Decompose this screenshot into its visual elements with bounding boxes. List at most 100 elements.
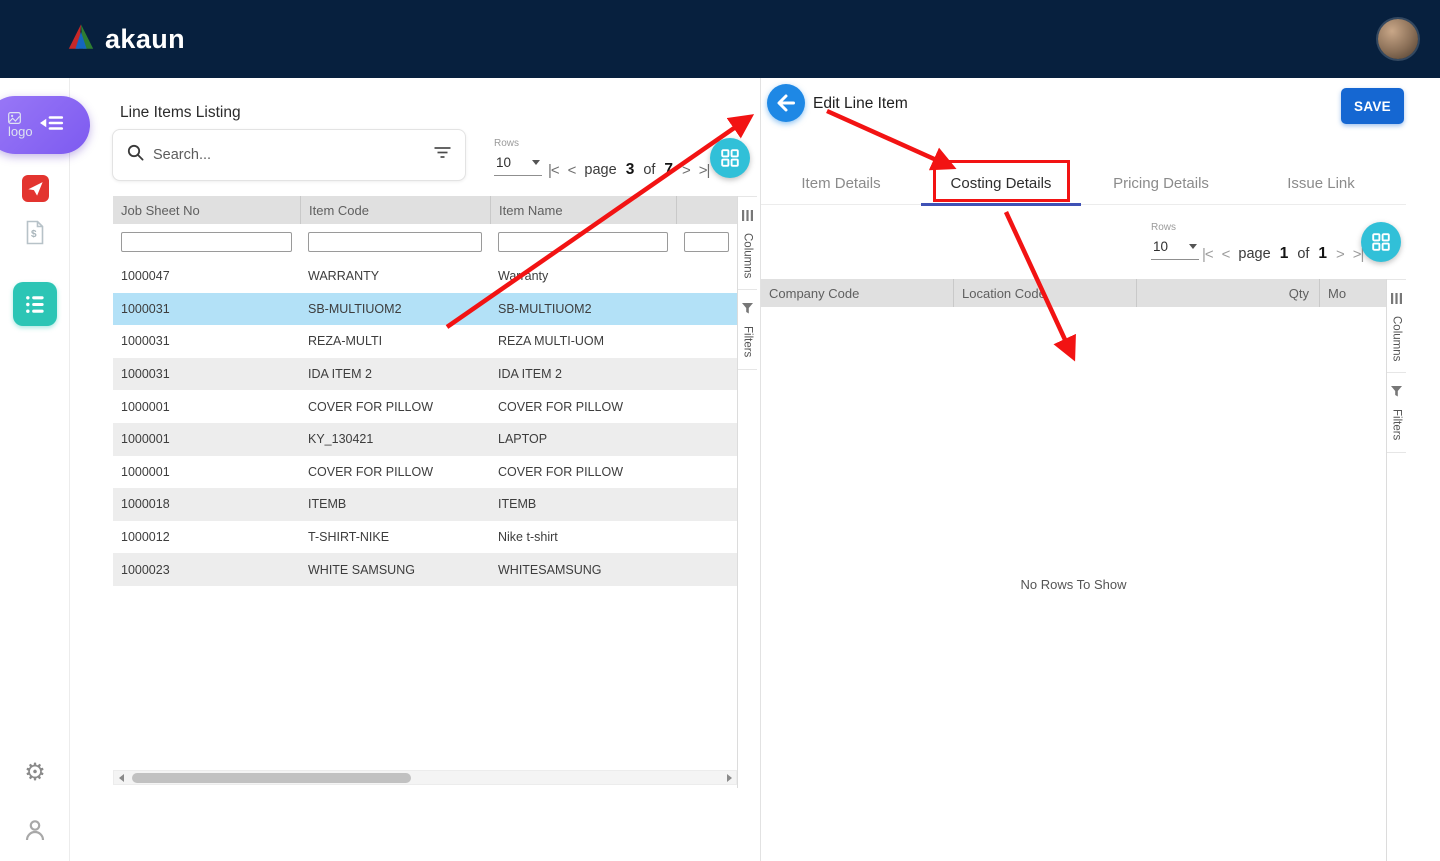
tab-pricing-details[interactable]: Pricing Details bbox=[1081, 163, 1241, 204]
filter-extra-input[interactable] bbox=[684, 232, 729, 252]
table-row[interactable]: 1000047 WARRANTY Warranty bbox=[113, 260, 737, 293]
search-input[interactable] bbox=[153, 147, 425, 163]
cell-job-sheet-no[interactable]: 1000031 bbox=[113, 334, 300, 348]
cell-job-sheet-no[interactable]: 1000031 bbox=[113, 302, 300, 316]
sidebar-app-red[interactable] bbox=[0, 175, 70, 202]
filters-tool-tab[interactable]: Filters bbox=[738, 290, 757, 369]
cell-item-name[interactable]: SB-MULTIUOM2 bbox=[490, 302, 676, 316]
user-avatar[interactable] bbox=[1378, 19, 1418, 59]
cell-item-name[interactable]: Warranty bbox=[490, 269, 676, 283]
gear-icon: ⚙ bbox=[24, 758, 46, 787]
rows-per-page-select[interactable]: 10 bbox=[494, 154, 542, 176]
table-row[interactable]: 1000018 ITEMB ITEMB bbox=[113, 488, 737, 521]
header-item-name[interactable]: Item Name bbox=[490, 196, 676, 224]
table-row[interactable]: 1000031 IDA ITEM 2 IDA ITEM 2 bbox=[113, 358, 737, 391]
tab-costing-details[interactable]: Costing Details bbox=[921, 163, 1081, 204]
grid-view-button[interactable] bbox=[710, 138, 750, 178]
filters-tool-tab[interactable]: Filters bbox=[1387, 373, 1406, 452]
cell-item-name[interactable]: ITEMB bbox=[490, 497, 676, 511]
back-arrow-icon bbox=[775, 92, 797, 114]
horizontal-scrollbar[interactable] bbox=[113, 770, 737, 785]
table-row[interactable]: 1000001 COVER FOR PILLOW COVER FOR PILLO… bbox=[113, 390, 737, 423]
table-row[interactable]: 1000001 KY_130421 LAPTOP bbox=[113, 423, 737, 456]
columns-tool-tab[interactable]: Columns bbox=[738, 196, 757, 290]
table-header-row: Job Sheet No Item Code Item Name bbox=[113, 196, 737, 224]
cell-item-code[interactable]: COVER FOR PILLOW bbox=[300, 465, 490, 479]
rows-per-page-value: 10 bbox=[1153, 239, 1168, 254]
filters-funnel-icon bbox=[1391, 384, 1402, 402]
cell-item-name[interactable]: Nike t-shirt bbox=[490, 530, 676, 544]
filter-item-code-input[interactable] bbox=[308, 232, 482, 252]
next-page-button[interactable]: > bbox=[682, 162, 690, 179]
scroll-left-arrow[interactable] bbox=[114, 771, 128, 784]
cell-item-code[interactable]: SB-MULTIUOM2 bbox=[300, 302, 490, 316]
sidebar-profile[interactable] bbox=[0, 818, 70, 847]
cell-item-code[interactable]: WHITE SAMSUNG bbox=[300, 563, 490, 577]
first-page-button[interactable]: |< bbox=[1202, 246, 1213, 263]
header-qty[interactable]: Qty bbox=[1136, 279, 1319, 307]
grid-view-button[interactable] bbox=[1361, 222, 1401, 262]
sidebar-app-document[interactable]: $ bbox=[0, 220, 70, 250]
sidebar-toggle-pill[interactable]: logo bbox=[0, 96, 90, 154]
cell-job-sheet-no[interactable]: 1000023 bbox=[113, 563, 300, 577]
header-item-code[interactable]: Item Code bbox=[300, 196, 490, 224]
current-page: 3 bbox=[626, 161, 635, 179]
menu-toggle-icon bbox=[40, 114, 65, 137]
cell-item-name[interactable]: IDA ITEM 2 bbox=[490, 367, 676, 381]
prev-page-button[interactable]: < bbox=[568, 162, 576, 179]
cell-job-sheet-no[interactable]: 1000047 bbox=[113, 269, 300, 283]
save-button[interactable]: SAVE bbox=[1341, 88, 1404, 124]
scroll-right-arrow[interactable] bbox=[722, 771, 736, 784]
cell-item-code[interactable]: IDA ITEM 2 bbox=[300, 367, 490, 381]
filters-funnel-icon bbox=[742, 301, 753, 319]
columns-icon bbox=[1391, 291, 1402, 309]
columns-tool-tab[interactable]: Columns bbox=[1387, 279, 1406, 373]
table-row[interactable]: 1000001 COVER FOR PILLOW COVER FOR PILLO… bbox=[113, 456, 737, 489]
cell-item-code[interactable]: KY_130421 bbox=[300, 432, 490, 446]
filter-list-icon[interactable] bbox=[434, 146, 451, 164]
back-button[interactable] bbox=[767, 84, 805, 122]
total-pages: 7 bbox=[664, 161, 673, 179]
filter-job-sheet-no-input[interactable] bbox=[121, 232, 292, 252]
header-model[interactable]: Mo bbox=[1319, 279, 1386, 307]
sidebar-settings[interactable]: ⚙ bbox=[0, 758, 70, 787]
table-row[interactable]: 1000012 T-SHIRT-NIKE Nike t-shirt bbox=[113, 521, 737, 554]
header-job-sheet-no[interactable]: Job Sheet No bbox=[113, 196, 300, 224]
cell-item-code[interactable]: WARRANTY bbox=[300, 269, 490, 283]
svg-text:$: $ bbox=[31, 229, 37, 240]
cell-item-name[interactable]: WHITESAMSUNG bbox=[490, 563, 676, 577]
cell-item-name[interactable]: REZA MULTI-UOM bbox=[490, 334, 676, 348]
edit-line-item-panel: Edit Line Item SAVE Item Details Costing… bbox=[760, 78, 1440, 861]
cell-item-code[interactable]: ITEMB bbox=[300, 497, 490, 511]
cell-job-sheet-no[interactable]: 1000031 bbox=[113, 367, 300, 381]
cell-item-code[interactable]: T-SHIRT-NIKE bbox=[300, 530, 490, 544]
cell-item-name[interactable]: COVER FOR PILLOW bbox=[490, 400, 676, 414]
table-row[interactable]: 1000031 REZA-MULTI REZA MULTI-UOM bbox=[113, 325, 737, 358]
cell-item-code[interactable]: COVER FOR PILLOW bbox=[300, 400, 490, 414]
header-location-code[interactable]: Location Code bbox=[953, 279, 1136, 307]
cell-job-sheet-no[interactable]: 1000001 bbox=[113, 400, 300, 414]
document-dollar-icon: $ bbox=[25, 220, 45, 250]
rows-per-page-select[interactable]: 10 bbox=[1151, 238, 1199, 260]
last-page-button[interactable]: >| bbox=[699, 162, 710, 179]
tab-item-details[interactable]: Item Details bbox=[761, 163, 921, 204]
table-row[interactable]: 1000023 WHITE SAMSUNG WHITESAMSUNG bbox=[113, 553, 737, 586]
first-page-button[interactable]: |< bbox=[548, 162, 559, 179]
prev-page-button[interactable]: < bbox=[1222, 246, 1230, 263]
scrollbar-thumb[interactable] bbox=[132, 773, 411, 783]
next-page-button[interactable]: > bbox=[1336, 246, 1344, 263]
cell-item-name[interactable]: COVER FOR PILLOW bbox=[490, 465, 676, 479]
sidebar-app-line-items[interactable] bbox=[0, 282, 70, 326]
cell-item-code[interactable]: REZA-MULTI bbox=[300, 334, 490, 348]
cell-job-sheet-no[interactable]: 1000012 bbox=[113, 530, 300, 544]
cell-job-sheet-no[interactable]: 1000018 bbox=[113, 497, 300, 511]
panel-title: Line Items Listing bbox=[120, 104, 241, 122]
cell-job-sheet-no[interactable]: 1000001 bbox=[113, 432, 300, 446]
line-items-table: Job Sheet No Item Code Item Name 1000047… bbox=[113, 196, 737, 586]
cell-item-name[interactable]: LAPTOP bbox=[490, 432, 676, 446]
tab-issue-link[interactable]: Issue Link bbox=[1241, 163, 1401, 204]
cell-job-sheet-no[interactable]: 1000001 bbox=[113, 465, 300, 479]
filter-item-name-input[interactable] bbox=[498, 232, 668, 252]
header-company-code[interactable]: Company Code bbox=[761, 279, 953, 307]
table-row[interactable]: 1000031 SB-MULTIUOM2 SB-MULTIUOM2 bbox=[113, 293, 737, 326]
